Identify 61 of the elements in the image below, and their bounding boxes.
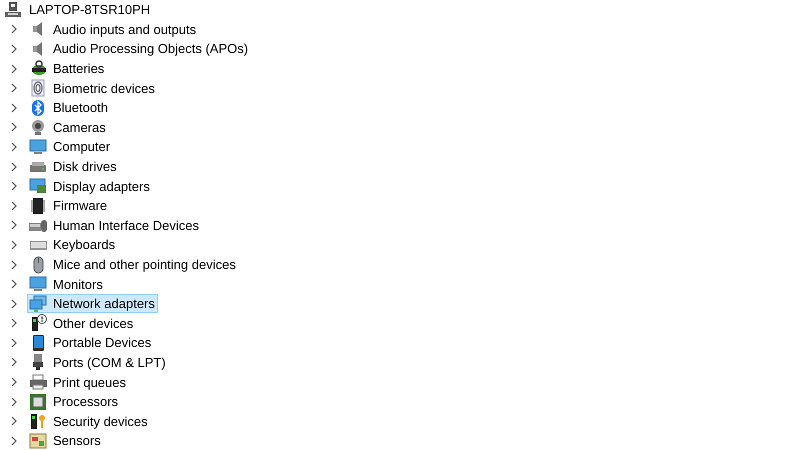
expander-icon[interactable] bbox=[9, 162, 19, 172]
expander-icon[interactable] bbox=[9, 64, 19, 74]
expander-icon[interactable] bbox=[9, 377, 19, 388]
expander-icon[interactable] bbox=[9, 260, 19, 270]
expander-icon[interactable] bbox=[9, 416, 19, 426]
bluetooth-icon bbox=[29, 98, 47, 117]
monitor-icon bbox=[29, 138, 47, 156]
tree-item[interactable]: Audio Processing Objects (APOs) bbox=[27, 39, 252, 58]
expander-icon[interactable] bbox=[9, 338, 19, 348]
tree-item[interactable]: Security devices bbox=[27, 412, 151, 431]
expander-icon[interactable] bbox=[9, 436, 19, 446]
expander-icon[interactable] bbox=[9, 83, 19, 94]
computer-icon bbox=[4, 0, 22, 19]
tree-item[interactable]: Audio inputs and outputs bbox=[27, 20, 200, 39]
tree-item[interactable]: Cameras bbox=[27, 118, 109, 137]
tree-item[interactable]: Mice and other pointing devices bbox=[27, 255, 239, 274]
disk-drive-icon bbox=[29, 162, 47, 172]
tree-item[interactable]: Disk drives bbox=[27, 157, 120, 176]
sensor-icon bbox=[29, 432, 47, 450]
printer-icon bbox=[29, 373, 47, 392]
display-adapter-icon bbox=[29, 177, 47, 196]
expander-icon[interactable] bbox=[9, 44, 19, 54]
tree-item[interactable]: Monitors bbox=[27, 274, 106, 294]
tree-item[interactable]: Processors bbox=[27, 392, 122, 412]
processor-icon bbox=[29, 392, 47, 411]
tree-item[interactable]: Batteries bbox=[27, 59, 108, 78]
tree-item[interactable]: Ports (COM & LPT) bbox=[27, 352, 169, 372]
expander-icon[interactable] bbox=[9, 200, 19, 211]
expander-icon[interactable] bbox=[9, 318, 19, 328]
expander-icon[interactable] bbox=[9, 357, 19, 368]
tree-item[interactable]: Human Interface Devices bbox=[27, 216, 202, 235]
key-device-icon bbox=[29, 412, 47, 430]
tree-item[interactable]: Display adapters bbox=[27, 176, 153, 196]
monitor-icon bbox=[29, 275, 47, 294]
expander-icon[interactable] bbox=[9, 142, 19, 152]
battery-icon bbox=[29, 60, 47, 78]
tree-item[interactable]: Keyboards bbox=[27, 235, 118, 254]
expander-icon[interactable] bbox=[9, 298, 19, 309]
tree-item[interactable]: Network adapters bbox=[27, 294, 158, 314]
expander-icon[interactable] bbox=[9, 102, 19, 113]
expander-icon[interactable] bbox=[9, 279, 19, 290]
webcam-icon bbox=[29, 118, 47, 136]
network-icon bbox=[29, 294, 47, 313]
unknown-device-icon bbox=[29, 314, 47, 332]
expander-icon[interactable] bbox=[9, 24, 19, 34]
computer-name[interactable]: LAPTOP-8TSR10PH bbox=[29, 2, 150, 18]
tree-item[interactable]: Firmware bbox=[27, 196, 110, 216]
tree-item[interactable]: Other devices bbox=[27, 314, 136, 333]
tree-item[interactable]: Bluetooth bbox=[27, 98, 111, 118]
expander-icon[interactable] bbox=[9, 240, 19, 250]
expander-icon[interactable] bbox=[9, 220, 19, 230]
tree-item[interactable]: Biometric devices bbox=[27, 78, 158, 98]
tree-item[interactable]: Portable Devices bbox=[27, 333, 154, 352]
tree-item[interactable]: Computer bbox=[27, 137, 114, 156]
expander-icon[interactable] bbox=[9, 181, 19, 192]
tree-item[interactable]: Sensors bbox=[27, 431, 104, 450]
expander-icon[interactable] bbox=[9, 122, 19, 132]
chip-icon bbox=[29, 196, 47, 215]
expander-icon[interactable] bbox=[9, 396, 19, 407]
tree-item[interactable]: Print queues bbox=[27, 372, 129, 392]
fingerprint-icon bbox=[29, 79, 47, 98]
